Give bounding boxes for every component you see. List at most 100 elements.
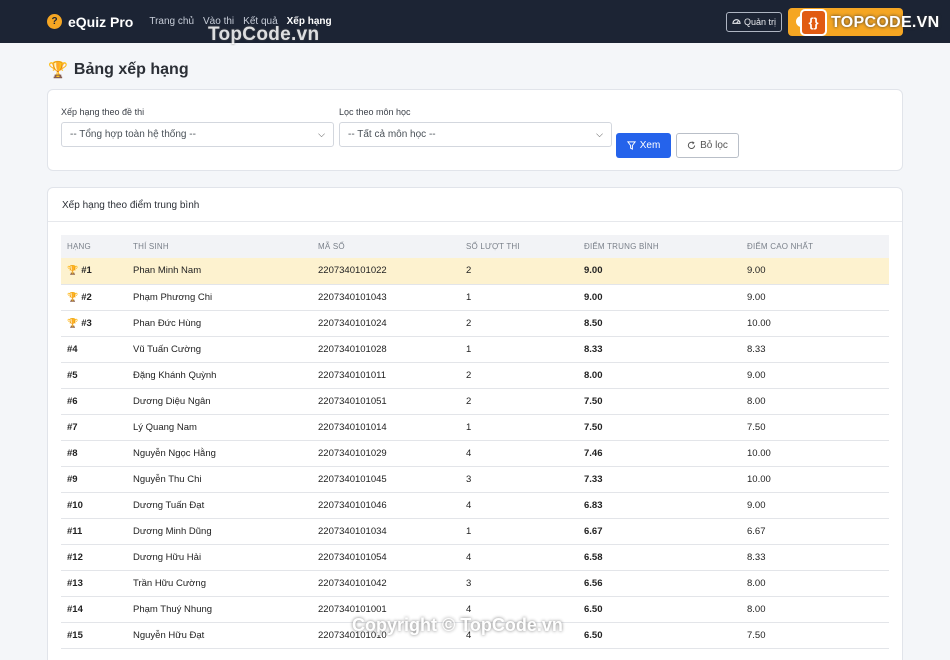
student-id-cell: 2207340101011 xyxy=(312,362,460,389)
table-row[interactable]: #4 Vũ Tuấn Cường 2207340101028 1 8.33 8.33 xyxy=(61,336,889,363)
chevron-down-icon: ⌵ xyxy=(596,129,603,139)
ranking-table: HẠNG THÍ SINH MÃ SỐ SỐ LƯỢT THI ĐIỂM TRU… xyxy=(61,235,889,649)
student-id-cell: 2207340101042 xyxy=(312,570,460,597)
attempts-cell: 4 xyxy=(460,492,578,519)
average-score-cell-text: 9.00 xyxy=(584,265,603,277)
candidate-name-cell: Phạm Phương Chi xyxy=(127,284,312,311)
student-id-cell: 2207340101046 xyxy=(312,492,460,519)
view-button[interactable]: Xem xyxy=(616,133,671,158)
rank-cell-text: #5 xyxy=(67,369,78,381)
candidate-name-cell: Vũ Tuấn Cường xyxy=(127,336,312,363)
subject-select[interactable]: -- Tất cả môn học -- ⌵ xyxy=(339,122,612,147)
max-score-cell-text: 10.00 xyxy=(747,317,771,329)
student-id-cell-text: 2207340101045 xyxy=(318,473,387,485)
reset-filter-button[interactable]: Bỏ lọc xyxy=(676,133,739,158)
candidate-name-cell-text: Phạm Thuý Nhung xyxy=(133,603,213,615)
average-score-cell: 9.00 xyxy=(578,258,741,285)
student-id-cell-text: 2207340101014 xyxy=(318,421,387,433)
candidate-name-cell-text: Dương Hữu Hải xyxy=(133,551,202,563)
table-row[interactable]: #11 Dương Minh Dũng 2207340101034 1 6.67 6.67 xyxy=(61,518,889,545)
average-score-cell-text: 8.50 xyxy=(584,317,603,329)
student-id-cell: 2207340101045 xyxy=(312,466,460,493)
table-row[interactable]: #9 Nguyễn Thu Chi 2207340101045 3 7.33 10.00 xyxy=(61,466,889,493)
attempts-cell: 3 xyxy=(460,466,578,493)
student-id-cell-text: 2207340101042 xyxy=(318,577,387,589)
attempts-cell-text: 1 xyxy=(466,421,472,433)
rank-cell: #14 xyxy=(61,596,127,623)
rank-cell: #15 xyxy=(61,622,127,649)
table-row[interactable]: #8 Nguyễn Ngọc Hằng 2207340101029 4 7.46 10.0… xyxy=(61,440,889,467)
max-score-cell: 9.00 xyxy=(741,284,889,311)
attempts-cell: 2 xyxy=(460,362,578,389)
average-score-cell: 6.67 xyxy=(578,518,741,545)
attempts-cell: 4 xyxy=(460,440,578,467)
max-score-cell-text: 6.67 xyxy=(747,525,766,537)
average-score-cell-text: 9.00 xyxy=(584,291,603,303)
rank-cell-text: #15 xyxy=(67,629,83,641)
candidate-name-cell-text: Đặng Khánh Quỳnh xyxy=(133,369,217,381)
candidate-name-cell: Phan Đức Hùng xyxy=(127,310,312,337)
table-row[interactable]: 🏆 #1 Phan Minh Nam 2207340101022 2 9.00 9.00 xyxy=(61,258,889,285)
student-id-cell: 2207340101014 xyxy=(312,414,460,441)
table-row[interactable]: #12 Dương Hữu Hải 2207340101054 4 6.58 8.33 xyxy=(61,544,889,571)
table-header-row: HẠNG THÍ SINH MÃ SỐ SỐ LƯỢT THI ĐIỂM TRU… xyxy=(61,235,889,258)
column-header-average-score[interactable]: ĐIỂM TRUNG BÌNH xyxy=(578,235,741,258)
column-header-max-score[interactable]: ĐIỂM CAO NHẤT xyxy=(741,235,889,258)
average-score-cell: 8.00 xyxy=(578,362,741,389)
table-row[interactable]: #13 Trần Hữu Cường 2207340101042 3 6.56 8.00 xyxy=(61,570,889,597)
bronze-trophy-icon: 🏆 xyxy=(67,317,79,328)
table-row[interactable]: 🏆 #3 Phan Đức Hùng 2207340101024 2 8.50 10.00 xyxy=(61,310,889,337)
candidate-name-cell: Lý Quang Nam xyxy=(127,414,312,441)
question-icon: ? xyxy=(47,14,62,29)
nav-link-home[interactable]: Trang chủ xyxy=(149,16,194,27)
admin-button[interactable]: Quản trị xyxy=(725,11,782,32)
max-score-cell-text: 8.33 xyxy=(747,343,766,355)
max-score-cell: 9.00 xyxy=(741,492,889,519)
average-score-cell-text: 6.58 xyxy=(584,551,603,563)
column-header-student-id[interactable]: MÃ SỐ xyxy=(312,235,460,258)
column-header-candidate[interactable]: THÍ SINH xyxy=(127,235,312,258)
table-row[interactable]: #5 Đặng Khánh Quỳnh 2207340101011 2 8.00 9.00 xyxy=(61,362,889,389)
max-score-cell: 8.33 xyxy=(741,544,889,571)
table-row[interactable]: #10 Dương Tuấn Đạt 2207340101046 4 6.83 9.00 xyxy=(61,492,889,519)
max-score-cell-text: 10.00 xyxy=(747,473,771,485)
column-header-attempts[interactable]: SỐ LƯỢT THI xyxy=(460,235,578,258)
trophy-icon: 🏆 xyxy=(48,62,68,79)
rank-cell: #6 xyxy=(61,388,127,415)
reset-button-label: Bỏ lọc xyxy=(700,140,728,151)
rank-cell: 🏆 #3 xyxy=(61,310,127,337)
average-score-cell: 6.83 xyxy=(578,492,741,519)
average-score-cell: 7.46 xyxy=(578,440,741,467)
table-row[interactable]: #7 Lý Quang Nam 2207340101014 1 7.50 7.50 xyxy=(61,414,889,441)
silver-trophy-icon: 🏆 xyxy=(67,291,79,302)
student-id-cell-text: 2207340101029 xyxy=(318,447,387,459)
candidate-name-cell-text: Trần Hữu Cường xyxy=(133,577,206,589)
rank-cell: #9 xyxy=(61,466,127,493)
candidate-name-cell-text: Phan Minh Nam xyxy=(133,265,202,277)
attempts-cell: 2 xyxy=(460,388,578,415)
ranking-card-title: Xếp hạng theo điểm trung bình xyxy=(48,188,902,222)
max-score-cell-text: 9.00 xyxy=(747,369,766,381)
filter-card: Xếp hạng theo đề thi -- Tổng hợp toàn hệ… xyxy=(47,89,903,171)
average-score-cell-text: 8.33 xyxy=(584,343,603,355)
column-header-rank[interactable]: HẠNG xyxy=(61,235,127,258)
candidate-name-cell-text: Lý Quang Nam xyxy=(133,421,197,433)
max-score-cell: 10.00 xyxy=(741,310,889,337)
average-score-cell: 6.50 xyxy=(578,596,741,623)
table-row[interactable]: 🏆 #2 Phạm Phương Chi 2207340101043 1 9.00 9.00 xyxy=(61,284,889,311)
admin-button-label: Quản trị xyxy=(743,16,776,27)
max-score-cell-text: 8.00 xyxy=(747,603,766,615)
exam-select[interactable]: -- Tổng hợp toàn hệ thống -- ⌵ xyxy=(61,122,334,147)
refresh-icon xyxy=(687,141,696,149)
candidate-name-cell: Nguyễn Ngọc Hằng xyxy=(127,440,312,467)
rank-cell-text: #8 xyxy=(67,447,78,459)
brand-logo[interactable]: ? eQuiz Pro xyxy=(47,14,133,30)
rank-cell: #4 xyxy=(61,336,127,363)
rank-cell-text: #11 xyxy=(67,525,83,537)
page-title-text: Bảng xếp hạng xyxy=(73,61,189,78)
max-score-cell-text: 7.50 xyxy=(747,629,766,641)
attempts-cell-text: 4 xyxy=(466,447,472,459)
table-row[interactable]: #6 Dương Diệu Ngân 2207340101051 2 7.50 8.00 xyxy=(61,388,889,415)
candidate-name-cell: Dương Tuấn Đạt xyxy=(127,492,312,519)
average-score-cell-text: 7.50 xyxy=(584,421,603,433)
